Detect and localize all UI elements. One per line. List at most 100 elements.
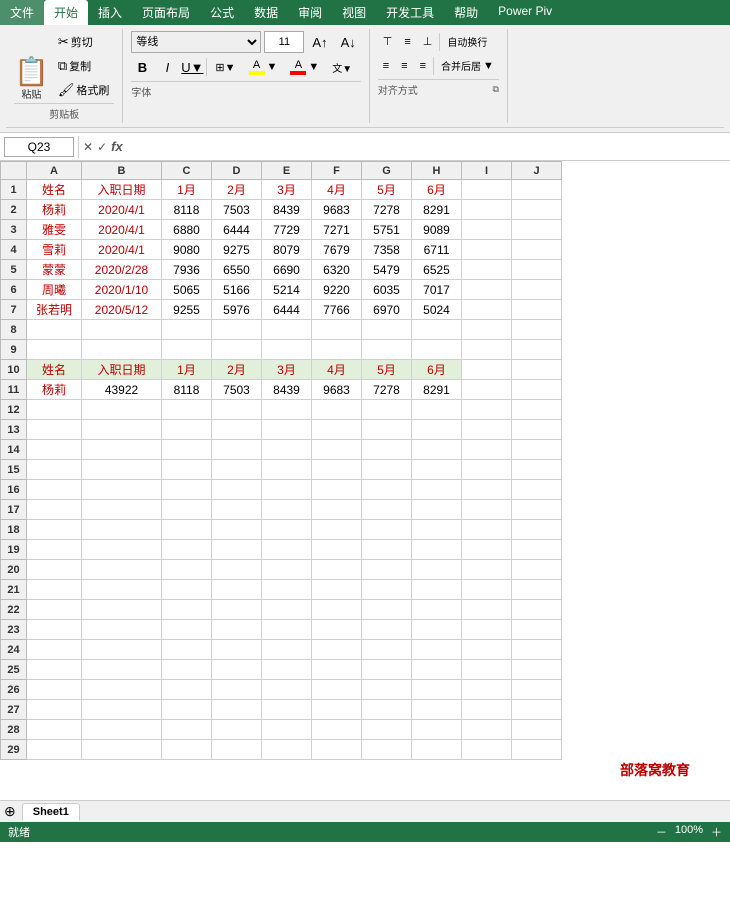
fx-icon[interactable]: fx xyxy=(111,139,123,154)
cell-r29-c9[interactable] xyxy=(512,740,562,760)
cell-r21-c2[interactable] xyxy=(162,580,212,600)
row-number-22[interactable]: 22 xyxy=(1,600,27,620)
table-row[interactable]: 23 xyxy=(1,620,562,640)
cell-r25-c7[interactable] xyxy=(412,660,462,680)
cell-r9-c7[interactable] xyxy=(412,340,462,360)
font-extra-button[interactable]: 文▼ xyxy=(327,57,357,78)
cell-r5-c0[interactable]: 蒙蒙 xyxy=(27,260,82,280)
cell-r28-c6[interactable] xyxy=(362,720,412,740)
cell-r20-c5[interactable] xyxy=(312,560,362,580)
table-row[interactable]: 24 xyxy=(1,640,562,660)
cell-r22-c8[interactable] xyxy=(462,600,512,620)
cell-r9-c4[interactable] xyxy=(262,340,312,360)
table-row[interactable]: 3雅雯2020/4/1688064447729727157519089 xyxy=(1,220,562,240)
col-header-d[interactable]: D xyxy=(212,162,262,180)
cell-r7-c7[interactable]: 5024 xyxy=(412,300,462,320)
cell-r3-c6[interactable]: 5751 xyxy=(362,220,412,240)
cell-r27-c5[interactable] xyxy=(312,700,362,720)
col-header-h[interactable]: H xyxy=(412,162,462,180)
cell-r8-c6[interactable] xyxy=(362,320,412,340)
table-row[interactable]: 1姓名入职日期1月2月3月4月5月6月 xyxy=(1,180,562,200)
cell-r24-c5[interactable] xyxy=(312,640,362,660)
row-number-29[interactable]: 29 xyxy=(1,740,27,760)
menu-item-pagelayout[interactable]: 页面布局 xyxy=(132,0,200,25)
cell-r28-c2[interactable] xyxy=(162,720,212,740)
cell-r22-c0[interactable] xyxy=(27,600,82,620)
col-header-c[interactable]: C xyxy=(162,162,212,180)
cell-r11-c7[interactable]: 8291 xyxy=(412,380,462,400)
cell-r18-c0[interactable] xyxy=(27,520,82,540)
cell-r6-c5[interactable]: 9220 xyxy=(312,280,362,300)
menu-item-help[interactable]: 帮助 xyxy=(444,0,488,25)
cell-r4-c9[interactable] xyxy=(512,240,562,260)
cell-r11-c3[interactable]: 7503 xyxy=(212,380,262,400)
cell-r9-c3[interactable] xyxy=(212,340,262,360)
cell-r7-c5[interactable]: 7766 xyxy=(312,300,362,320)
cell-r7-c3[interactable]: 5976 xyxy=(212,300,262,320)
cell-r29-c8[interactable] xyxy=(462,740,512,760)
table-row[interactable]: 4雪莉2020/4/1908092758079767973586711 xyxy=(1,240,562,260)
cell-r7-c9[interactable] xyxy=(512,300,562,320)
cell-r20-c8[interactable] xyxy=(462,560,512,580)
cell-r26-c5[interactable] xyxy=(312,680,362,700)
cell-r3-c4[interactable]: 7729 xyxy=(262,220,312,240)
format-painter-button[interactable]: 🖌 格式刷 xyxy=(53,79,115,101)
new-sheet-button[interactable]: ⊕ xyxy=(4,803,16,820)
cell-r6-c3[interactable]: 5166 xyxy=(212,280,262,300)
cell-r27-c8[interactable] xyxy=(462,700,512,720)
copy-button[interactable]: ⧉ 复制 xyxy=(53,55,115,77)
cell-r11-c2[interactable]: 8118 xyxy=(162,380,212,400)
cell-r19-c3[interactable] xyxy=(212,540,262,560)
cell-r12-c3[interactable] xyxy=(212,400,262,420)
col-header-i[interactable]: I xyxy=(462,162,512,180)
cell-r14-c3[interactable] xyxy=(212,440,262,460)
cell-r22-c4[interactable] xyxy=(262,600,312,620)
cell-r25-c3[interactable] xyxy=(212,660,262,680)
cell-r28-c9[interactable] xyxy=(512,720,562,740)
cell-r6-c0[interactable]: 周曦 xyxy=(27,280,82,300)
cell-r15-c5[interactable] xyxy=(312,460,362,480)
table-row[interactable]: 14 xyxy=(1,440,562,460)
cell-r1-c7[interactable]: 6月 xyxy=(412,180,462,200)
row-number-9[interactable]: 9 xyxy=(1,340,27,360)
cell-r12-c6[interactable] xyxy=(362,400,412,420)
cell-r28-c5[interactable] xyxy=(312,720,362,740)
cell-r21-c9[interactable] xyxy=(512,580,562,600)
table-row[interactable]: 19 xyxy=(1,540,562,560)
cell-r27-c2[interactable] xyxy=(162,700,212,720)
cell-r11-c0[interactable]: 杨莉 xyxy=(27,380,82,400)
cell-r2-c2[interactable]: 8118 xyxy=(162,200,212,220)
table-row[interactable]: 17 xyxy=(1,500,562,520)
menu-item-home[interactable]: 开始 xyxy=(44,0,88,25)
cell-r25-c9[interactable] xyxy=(512,660,562,680)
cell-r7-c1[interactable]: 2020/5/12 xyxy=(82,300,162,320)
table-row[interactable]: 6周曦2020/1/10506551665214922060357017 xyxy=(1,280,562,300)
cell-r23-c6[interactable] xyxy=(362,620,412,640)
cell-r27-c3[interactable] xyxy=(212,700,262,720)
cell-r19-c4[interactable] xyxy=(262,540,312,560)
row-number-15[interactable]: 15 xyxy=(1,460,27,480)
row-number-19[interactable]: 19 xyxy=(1,540,27,560)
cell-r13-c3[interactable] xyxy=(212,420,262,440)
row-number-17[interactable]: 17 xyxy=(1,500,27,520)
cell-r18-c7[interactable] xyxy=(412,520,462,540)
col-header-e[interactable]: E xyxy=(262,162,312,180)
table-row[interactable]: 22 xyxy=(1,600,562,620)
cell-r27-c9[interactable] xyxy=(512,700,562,720)
cell-r11-c1[interactable]: 43922 xyxy=(82,380,162,400)
cell-r25-c2[interactable] xyxy=(162,660,212,680)
table-row[interactable]: 28 xyxy=(1,720,562,740)
row-number-5[interactable]: 5 xyxy=(1,260,27,280)
cell-r3-c7[interactable]: 9089 xyxy=(412,220,462,240)
row-number-12[interactable]: 12 xyxy=(1,400,27,420)
cut-button[interactable]: ✂ 剪切 xyxy=(53,31,115,53)
cell-r23-c8[interactable] xyxy=(462,620,512,640)
cell-r27-c7[interactable] xyxy=(412,700,462,720)
cancel-icon[interactable]: ✕ xyxy=(83,140,93,154)
cell-r28-c8[interactable] xyxy=(462,720,512,740)
cell-r15-c1[interactable] xyxy=(82,460,162,480)
cell-r8-c3[interactable] xyxy=(212,320,262,340)
cell-r13-c1[interactable] xyxy=(82,420,162,440)
cell-r16-c0[interactable] xyxy=(27,480,82,500)
table-row[interactable]: 15 xyxy=(1,460,562,480)
